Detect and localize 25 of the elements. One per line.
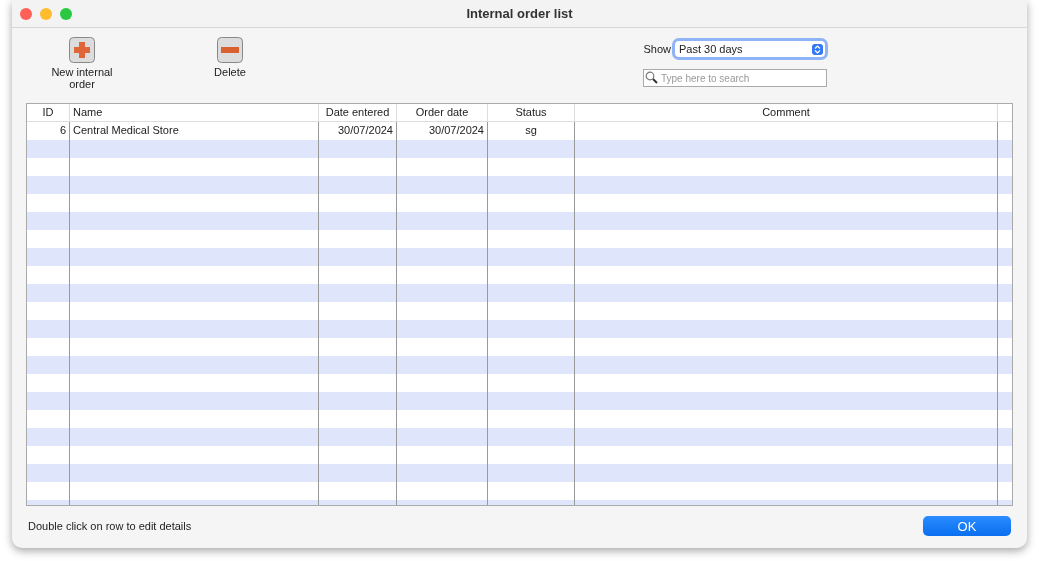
hint-text: Double click on row to edit details [28,520,192,532]
search-field[interactable]: Type here to search [643,69,827,87]
table-cell: Central Medical Store [73,124,179,136]
plus-icon [69,37,95,63]
column-header[interactable]: ID [27,104,70,121]
toolbar-button[interactable]: Delete [196,37,264,103]
column-header[interactable]: Order date [397,104,488,121]
table-cell: 30/07/2024 [337,124,393,136]
toolbar-button[interactable]: New internal order [48,37,116,103]
ok-button[interactable]: OK [923,516,1011,536]
column-header[interactable]: Status [488,104,575,121]
table-cell: sg [525,124,537,136]
minus-icon [217,37,243,63]
table-cell: 6 [59,124,66,136]
window-title: Internal order list [466,6,573,21]
table-cell: 30/07/2024 [428,124,484,136]
column-header[interactable]: Comment [575,104,998,121]
filter-label: Show: [643,43,674,55]
zoom-icon[interactable] [60,7,72,20]
close-icon[interactable] [20,7,32,20]
updown-icon [812,43,823,55]
minimize-icon[interactable] [40,7,52,20]
column-header[interactable]: Date entered [319,104,397,121]
period-dropdown[interactable]: Past 30 days [675,41,825,57]
column-header[interactable]: Name [70,104,319,121]
